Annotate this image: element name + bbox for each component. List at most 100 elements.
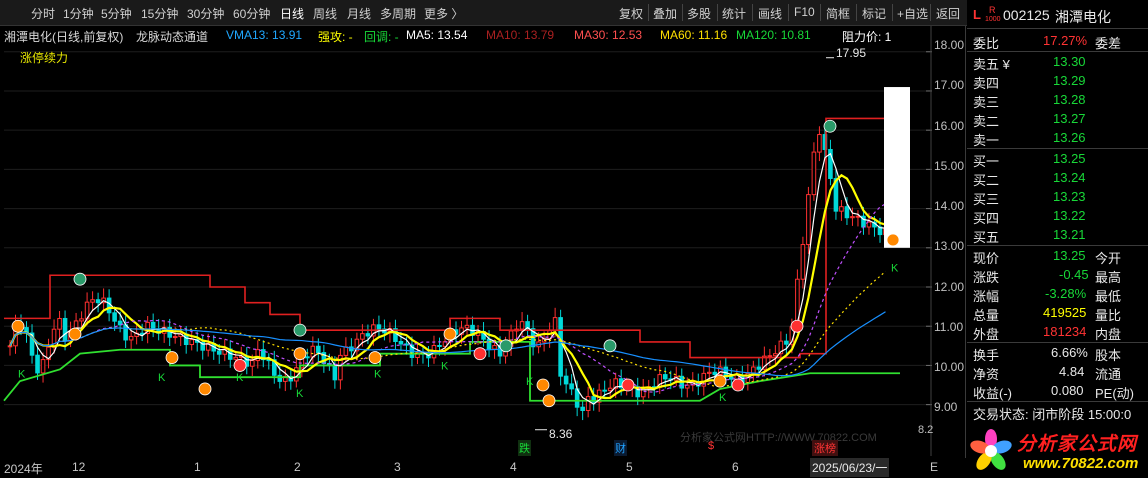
candle-body	[486, 338, 492, 350]
kline-chart[interactable]: K K K K K K K K K 湘潭电化(日线,前复权) 龙脉动态通道 VMA13: 13.…	[0, 26, 966, 477]
event-marker-cai[interactable]: 财	[614, 440, 627, 456]
ask-price: 13.29	[1053, 73, 1086, 88]
price-tick: 16.00	[934, 119, 965, 133]
bid-row[interactable]: 买一 13.25	[971, 150, 1146, 169]
bid-price: 13.23	[1053, 189, 1086, 204]
toolbar-add-watchlist-button[interactable]: +自选	[897, 5, 928, 22]
candle-body	[376, 324, 382, 330]
signal-icon	[473, 347, 487, 361]
period-tab-more[interactable]: 更多 〉	[424, 5, 463, 22]
toolbar-back-button[interactable]: 返回	[936, 5, 960, 22]
candle-body	[817, 134, 822, 153]
toolbar-divider	[752, 4, 753, 21]
stat-label-2: 内盘	[1095, 327, 1122, 342]
bid-price: 13.21	[1053, 227, 1086, 242]
toolbar-multistock-button[interactable]: 多股	[687, 5, 711, 22]
period-tab-5min[interactable]: 5分钟	[101, 5, 132, 22]
candle-body	[360, 333, 365, 340]
candle-body	[189, 339, 195, 346]
ask-row[interactable]: 卖四 13.29	[971, 72, 1146, 91]
weicha-label: 委差	[1095, 36, 1122, 51]
panel-divider	[967, 245, 1148, 246]
toolbar-divider	[930, 4, 931, 21]
signal-icon	[293, 323, 307, 337]
toolbar-draw-button[interactable]: 画线	[758, 5, 782, 22]
stat-label: 外盘	[973, 327, 1000, 342]
date-label: 12	[72, 460, 86, 474]
candle-body	[712, 371, 718, 375]
candle-body	[800, 244, 806, 280]
event-marker-die[interactable]: 跌	[518, 440, 531, 456]
logo-title: 分析家公式网	[1017, 434, 1138, 455]
bid-row[interactable]: 买二 13.24	[971, 169, 1146, 188]
date-axis-end-marker: E	[930, 460, 939, 474]
toolbar-fuquan-button[interactable]: 复权	[619, 5, 643, 22]
stat-label-2: 量比	[1095, 308, 1122, 323]
period-tab-weekly[interactable]: 周线	[313, 5, 337, 22]
candle-body	[607, 387, 613, 392]
candle-body	[839, 206, 844, 212]
candle-body	[662, 374, 668, 380]
stat-label-2: 流通	[1095, 367, 1122, 382]
ask-row[interactable]: 卖三 13.28	[971, 91, 1146, 110]
candle-body	[850, 216, 855, 219]
stat-row: 收益(-) 0.080 PE(动)	[971, 382, 1146, 401]
stat-row: 涨幅 -3.28% 最低	[971, 285, 1146, 304]
legend-ma10: MA10: 13.79	[486, 28, 555, 42]
low-price-label: 8.36	[549, 427, 573, 441]
event-marker-dollar[interactable]: $	[708, 440, 714, 452]
period-tab-multi[interactable]: 多周期	[380, 5, 416, 22]
bid-row[interactable]: 买五 13.21	[971, 226, 1146, 245]
k-signal-icon: K	[526, 376, 534, 388]
stat-row: 换手 6.66% 股本	[971, 344, 1146, 363]
date-label: 6	[732, 460, 739, 474]
period-tab-monthly[interactable]: 月线	[347, 5, 371, 22]
bid-row[interactable]: 买三 13.23	[971, 188, 1146, 207]
period-tab-15min[interactable]: 15分钟	[141, 5, 178, 22]
candle-body	[316, 345, 321, 354]
stat-label: 总量	[973, 308, 1000, 323]
candle-body	[95, 299, 101, 304]
period-tab-60min[interactable]: 60分钟	[233, 5, 270, 22]
panel-divider	[967, 28, 1148, 29]
candle-body	[855, 215, 861, 218]
toolbar-divider	[856, 4, 857, 21]
k-signal-icon: K	[296, 388, 304, 400]
ask-row[interactable]: 卖五 ¥ 13.30	[971, 53, 1146, 72]
period-tab-fenshi[interactable]: 分时	[31, 5, 55, 22]
panel-divider	[967, 401, 1148, 402]
legend-ma30: MA30: 12.53	[574, 28, 643, 42]
date-label: 1	[194, 460, 201, 474]
period-tab-daily[interactable]: 日线	[280, 5, 304, 22]
legend-ma5: MA5: 13.54	[406, 28, 468, 42]
candle-body	[90, 299, 95, 303]
date-label: 2	[294, 460, 301, 474]
toolbar-overlay-button[interactable]: 叠加	[653, 5, 677, 22]
period-tab-30min[interactable]: 30分钟	[187, 5, 224, 22]
stat-value: 13.25	[1053, 248, 1086, 263]
toolbar-stats-button[interactable]: 统计	[722, 5, 746, 22]
toolbar-mark-button[interactable]: 标记	[862, 5, 886, 22]
bid-row[interactable]: 买四 13.22	[971, 207, 1146, 226]
ask-row[interactable]: 卖一 13.26	[971, 129, 1146, 148]
toolbar-f10-button[interactable]: F10	[794, 5, 815, 19]
event-marker-zhangbang[interactable]: 涨榜	[812, 440, 838, 456]
bid-label: 买一	[973, 154, 1000, 169]
candle-body	[365, 333, 371, 337]
bid-label: 买二	[973, 173, 1000, 188]
stat-value: 4.84	[1059, 364, 1085, 379]
market-flag-num: 1000	[985, 16, 1001, 23]
toolbar-simpleframe-button[interactable]: 简框	[826, 5, 850, 22]
signal-icon	[368, 351, 382, 364]
bid-label: 买五	[973, 230, 1000, 245]
panel-divider	[967, 148, 1148, 149]
stat-label-2: 股本	[1095, 348, 1122, 363]
period-tab-1min[interactable]: 1分钟	[63, 5, 94, 22]
panel-divider	[967, 342, 1148, 343]
ask-row[interactable]: 卖二 13.27	[971, 110, 1146, 129]
candle-body	[123, 324, 128, 341]
indicator-name[interactable]: 龙脉动态通道	[136, 28, 208, 45]
stat-label: 换手	[973, 348, 1000, 363]
cursor-date-label: 2025/06/23/一	[810, 458, 890, 477]
ask-price: 13.28	[1053, 92, 1086, 107]
